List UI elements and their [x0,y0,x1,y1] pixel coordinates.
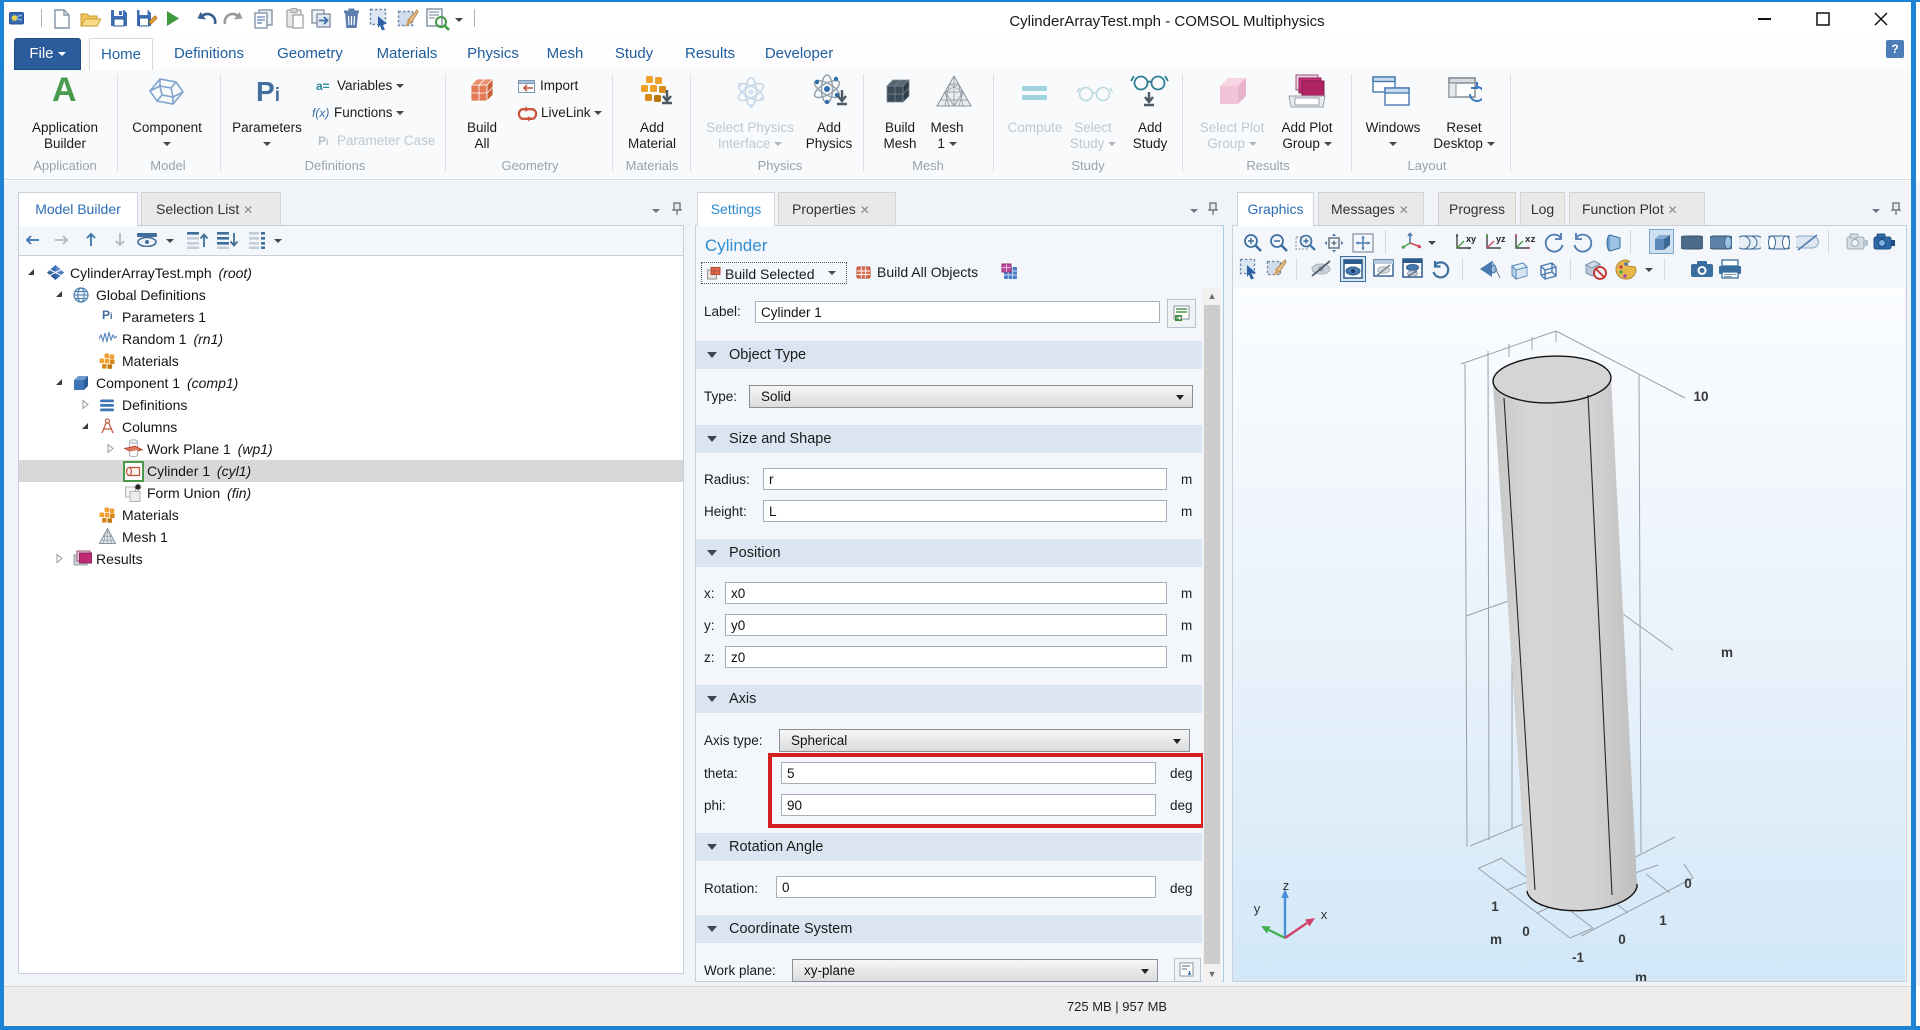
svg-text:10: 10 [1693,389,1708,404]
svg-text:yz: yz [1496,234,1506,244]
svg-text:0: 0 [1618,932,1626,947]
svg-text:x: x [1321,907,1328,922]
svg-text:-1: -1 [1572,950,1584,965]
svg-text:y: y [1254,901,1261,916]
svg-text:0: 0 [1522,924,1530,939]
svg-text:1: 1 [1491,899,1499,914]
svg-text:0: 0 [1684,876,1692,891]
svg-text:1: 1 [1659,913,1667,928]
svg-text:m: m [1635,970,1647,981]
svg-text:m: m [1490,932,1502,947]
svg-text:z: z [1283,878,1290,893]
svg-text:m: m [1721,645,1733,660]
svg-text:xy: xy [1466,234,1476,244]
svg-text:xz: xz [1525,235,1536,245]
